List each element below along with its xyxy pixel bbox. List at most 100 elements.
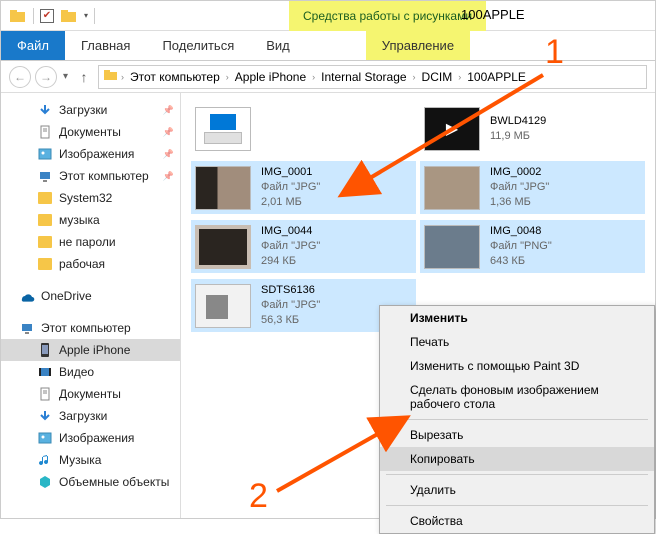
chevron-right-icon: ›: [121, 72, 124, 82]
sidebar-item[interactable]: Загрузки: [1, 405, 180, 427]
pc-icon: [19, 320, 35, 336]
menu-separator: [386, 474, 648, 475]
title-bar: ✔ ▾ Средства работы с рисунками 100APPLE: [1, 1, 655, 31]
sidebar-item[interactable]: Apple iPhone: [1, 339, 180, 361]
pic-icon: [37, 430, 53, 446]
sidebar-this-pc[interactable]: Этот компьютер: [1, 317, 180, 339]
file-thumbnail: [195, 284, 251, 328]
nav-up-button[interactable]: ↑: [74, 67, 94, 87]
menu-item[interactable]: Изменить с помощью Paint 3D: [380, 354, 654, 378]
sidebar-item[interactable]: Объемные объекты: [1, 471, 180, 493]
folder-icon: [37, 234, 53, 250]
sidebar-item[interactable]: рабочая: [1, 253, 180, 275]
sidebar-item-label: рабочая: [59, 257, 105, 271]
sidebar-item[interactable]: музыка: [1, 209, 180, 231]
file-meta: SDTS6136Файл "JPG"56,3 КБ: [261, 283, 320, 328]
file-type: Файл "PNG": [490, 239, 552, 254]
sidebar-item-label: музыка: [59, 213, 100, 227]
annotation-number: 1: [545, 33, 564, 72]
sidebar-item[interactable]: Загрузки: [1, 99, 180, 121]
menu-item[interactable]: Печать: [380, 330, 654, 354]
file-size: 2,01 МБ: [261, 195, 320, 210]
menu-separator: [386, 505, 648, 506]
cloud-icon: [19, 288, 35, 304]
menu-item[interactable]: Свойства: [380, 509, 654, 533]
file-name: IMG_0001: [261, 165, 320, 180]
sidebar-item[interactable]: Изображения: [1, 427, 180, 449]
file-meta: IMG_0048Файл "PNG"643 КБ: [490, 224, 552, 269]
tab-home[interactable]: Главная: [65, 31, 146, 60]
tab-share[interactable]: Поделиться: [146, 31, 250, 60]
annotation-arrow: [355, 71, 555, 204]
menu-item[interactable]: Сделать фоновым изображением рабочего ст…: [380, 378, 654, 416]
menu-separator: [386, 419, 648, 420]
music-icon: [37, 452, 53, 468]
sidebar-item[interactable]: Видео: [1, 361, 180, 383]
nav-back-button[interactable]: ←: [9, 66, 31, 88]
tab-view[interactable]: Вид: [250, 31, 306, 60]
sidebar-item-label: Этот компьютер: [59, 169, 149, 183]
sidebar-item-label: Изображения: [59, 147, 134, 161]
file-item[interactable]: IMG_0044Файл "JPG"294 КБ: [191, 220, 416, 273]
file-type: Файл "JPG": [261, 239, 320, 254]
file-meta: IMG_0044Файл "JPG"294 КБ: [261, 224, 320, 269]
file-size: 56,3 КБ: [261, 313, 320, 328]
nav-forward-button[interactable]: →: [35, 66, 57, 88]
sidebar-item-label: Объемные объекты: [59, 475, 169, 489]
folder-icon: [37, 190, 53, 206]
annotation-arrow: [273, 421, 403, 504]
folder-icon: [103, 68, 119, 85]
folder-icon: [9, 7, 27, 25]
sidebar-item-label: Этот компьютер: [41, 321, 131, 335]
video-icon: [37, 364, 53, 380]
pc-icon: [37, 168, 53, 184]
tab-manage[interactable]: Управление: [366, 31, 470, 60]
contextual-tool-label: Средства работы с рисунками: [289, 1, 486, 31]
sidebar-item-label: Загрузки: [59, 103, 107, 117]
sidebar-item[interactable]: не пароли: [1, 231, 180, 253]
file-thumbnail: [424, 225, 480, 269]
sidebar-item[interactable]: Музыка: [1, 449, 180, 471]
folder-icon: [37, 212, 53, 228]
chevron-down-icon[interactable]: ▾: [84, 11, 88, 20]
file-type: Файл "JPG": [261, 180, 320, 195]
sidebar-item-label: Видео: [59, 365, 94, 379]
sidebar-item[interactable]: Документы: [1, 383, 180, 405]
tab-file[interactable]: Файл: [1, 31, 65, 60]
context-menu: ИзменитьПечатьИзменить с помощью Paint 3…: [379, 305, 655, 534]
pic-icon: [37, 146, 53, 162]
sidebar-item-label: System32: [59, 191, 112, 205]
sidebar-item[interactable]: System32: [1, 187, 180, 209]
doc-icon: [37, 386, 53, 402]
chevron-right-icon: ›: [226, 72, 229, 82]
phone-icon: [37, 342, 53, 358]
breadcrumb-item[interactable]: Этот компьютер: [126, 70, 224, 84]
sidebar-item[interactable]: Документы: [1, 121, 180, 143]
down-arrow-icon: [37, 408, 53, 424]
navigation-pane[interactable]: Загрузки Документы Изображения Этот компьют…: [1, 93, 181, 518]
sidebar-item-label: Изображения: [59, 431, 134, 445]
sidebar-item-label: Музыка: [59, 453, 101, 467]
chevron-down-icon[interactable]: ▾: [61, 71, 70, 82]
file-thumbnail: [195, 225, 251, 269]
sidebar-item[interactable]: Изображения: [1, 143, 180, 165]
annotation-number: 2: [249, 477, 268, 516]
separator: [94, 8, 95, 24]
quick-access-toolbar: ✔ ▾: [1, 7, 95, 25]
3d-icon: [37, 474, 53, 490]
sidebar-onedrive[interactable]: OneDrive: [1, 285, 180, 307]
down-arrow-icon: [37, 102, 53, 118]
sidebar-item-label: Документы: [59, 387, 121, 401]
menu-item[interactable]: Изменить: [380, 306, 654, 330]
menu-item[interactable]: Вырезать: [380, 423, 654, 447]
file-item[interactable]: IMG_0048Файл "PNG"643 КБ: [420, 220, 645, 273]
sidebar-item-label: OneDrive: [41, 289, 92, 303]
breadcrumb-item[interactable]: Apple iPhone: [231, 70, 310, 84]
sidebar-item[interactable]: Этот компьютер: [1, 165, 180, 187]
qat-checkbox[interactable]: ✔: [40, 9, 54, 23]
menu-item[interactable]: Удалить: [380, 478, 654, 502]
file-size: 294 КБ: [261, 254, 320, 269]
menu-item[interactable]: Копировать: [380, 447, 654, 471]
folder-icon: [60, 7, 78, 25]
sidebar-item-label: Загрузки: [59, 409, 107, 423]
